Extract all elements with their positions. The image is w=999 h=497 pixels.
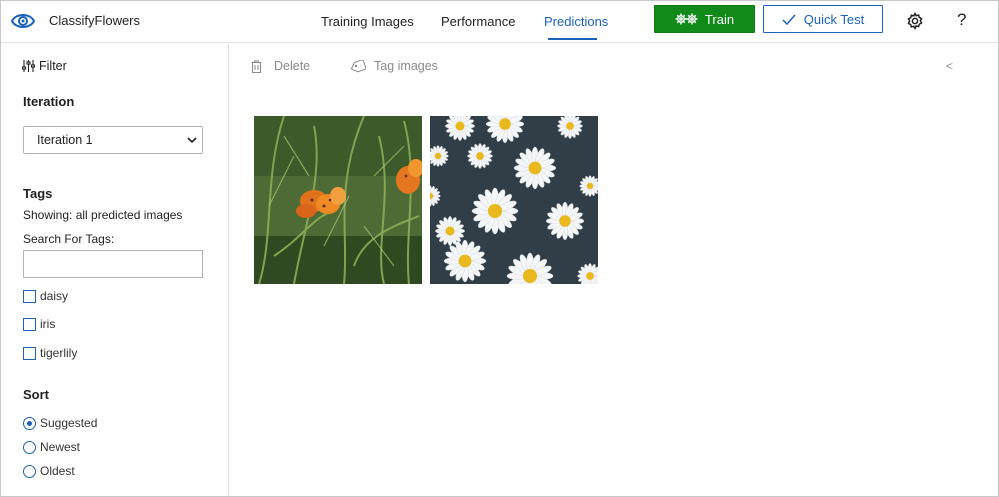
trash-icon [251,60,262,73]
tag-label: iris [40,317,56,331]
previous-page-button[interactable]: < [946,59,953,73]
tag-label: daisy [40,289,69,303]
tab-performance[interactable]: Performance [441,14,515,29]
checkbox[interactable] [23,289,36,303]
daisy-photo [430,116,598,284]
tab-training-images[interactable]: Training Images [321,14,414,29]
search-tags-label: Search For Tags: [23,232,115,246]
iteration-select[interactable]: Iteration 1 [23,126,203,154]
delete-button[interactable]: Delete [251,59,310,73]
checkmark-icon [782,14,796,25]
tigerlily-photo [254,116,422,284]
sort-option-newest[interactable]: Newest [23,440,80,454]
app-title: ClassifyFlowers [49,13,141,28]
sort-option-suggested[interactable]: Suggested [23,416,97,430]
tags-heading: Tags [23,186,53,201]
radio-button[interactable] [23,464,36,478]
gear-icon[interactable] [906,12,924,30]
checkbox[interactable] [23,317,36,331]
top-bar: ClassifyFlowers Training Images Performa… [1,1,998,43]
radio-button[interactable] [23,440,36,454]
showing-text: Showing: all predicted images [23,208,183,222]
search-tags-input[interactable] [23,250,203,278]
sort-label: Suggested [40,416,98,430]
tag-checkbox-iris[interactable]: iris [23,317,55,331]
filter-sidebar: Filter Iteration Iteration 1 Tags Showin… [1,44,229,496]
delete-label: Delete [274,59,311,73]
train-button[interactable]: Train [654,5,755,33]
quick-test-button[interactable]: Quick Test [763,5,883,33]
quick-test-label: Quick Test [803,11,865,27]
iteration-heading: Iteration [23,94,75,109]
radio-button[interactable] [23,416,36,430]
tag-images-label: Tag images [374,59,438,73]
active-tab-indicator [548,38,597,40]
tag-checkbox-tigerlily[interactable]: tigerlily [23,346,77,360]
help-icon[interactable]: ? [957,10,966,30]
sort-heading: Sort [23,387,49,402]
train-label: Train [704,11,735,27]
filter-label: Filter [39,59,67,73]
sort-label: Oldest [40,464,75,478]
sort-option-oldest[interactable]: Oldest [23,464,75,478]
iteration-select-value: Iteration 1 [37,133,93,147]
image-thumbnail-tigerlily[interactable] [254,116,422,284]
sort-label: Newest [40,440,81,454]
chevron-down-icon [187,137,197,144]
checkbox[interactable] [23,346,36,360]
eye-logo-icon [11,14,35,28]
tab-predictions[interactable]: Predictions [544,14,608,29]
filter-toggle[interactable]: Filter [22,59,67,73]
tag-label: tigerlily [40,346,78,360]
tag-icon [350,59,366,72]
gears-icon [675,13,698,25]
sliders-icon [22,60,35,72]
image-thumbnail-daisy[interactable] [430,116,598,284]
tag-checkbox-daisy[interactable]: daisy [23,289,68,303]
tag-images-button[interactable]: Tag images [350,59,438,73]
